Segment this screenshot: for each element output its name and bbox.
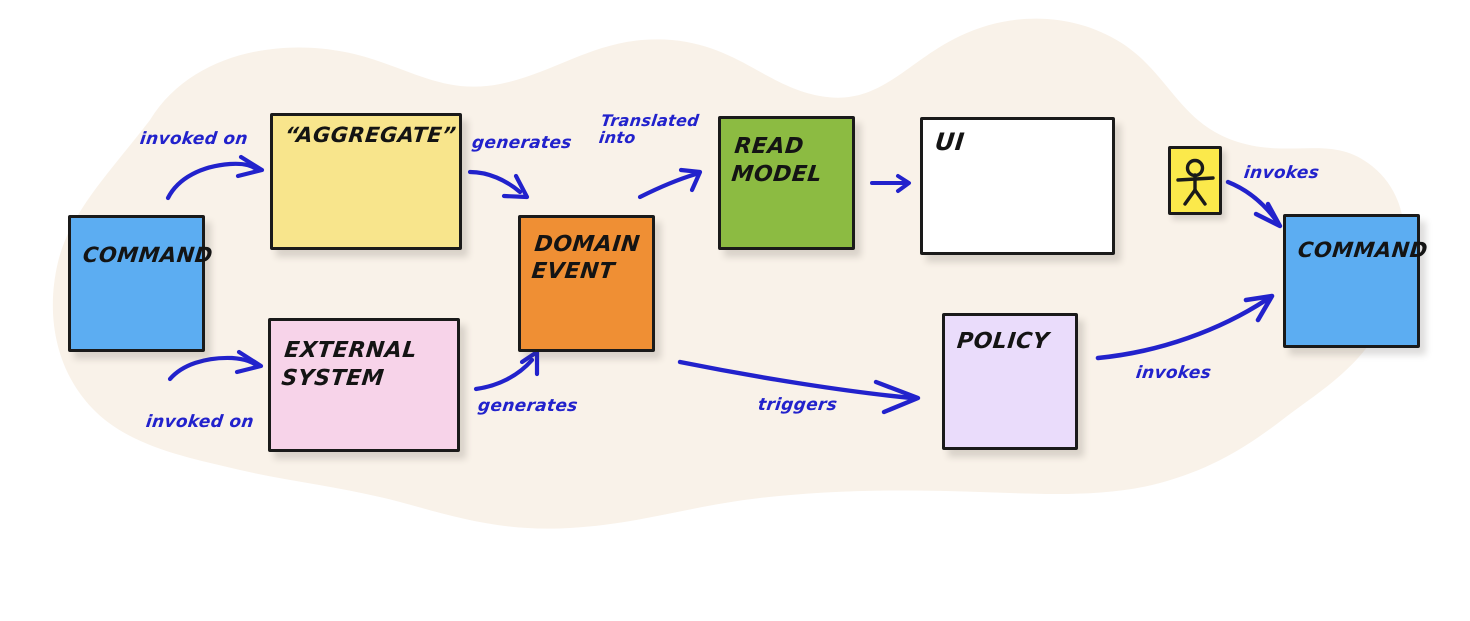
note-domain-event-label: DOMAIN EVENT: [530, 232, 642, 284]
note-domain-event[interactable]: DOMAIN EVENT: [518, 215, 655, 352]
note-external-system[interactable]: EXTERNAL SYSTEM: [268, 318, 460, 452]
note-policy-label: POLICY: [955, 329, 1051, 354]
diagram-canvas: COMMAND “AGGREGATE” EXTERNAL SYSTEM DOMA…: [0, 0, 1470, 621]
note-read-model-label: READ MODEL: [730, 134, 824, 188]
edge-label-generates-top: generates: [470, 133, 573, 153]
edge-label-invoked-on-top: invoked on: [138, 129, 250, 149]
edge-label-translated-into: Translated into: [597, 111, 701, 148]
edge-label-triggers: triggers: [756, 395, 839, 415]
note-aggregate-label: “AGGREGATE”: [283, 123, 458, 147]
edge-label-invokes-actor: invokes: [1242, 163, 1321, 183]
note-command-left-label: COMMAND: [81, 243, 215, 267]
stick-figure-person-icon: [1176, 158, 1215, 206]
note-policy[interactable]: POLICY: [942, 313, 1078, 450]
note-aggregate[interactable]: “AGGREGATE”: [270, 113, 462, 250]
edge-label-invoked-on-bottom: invoked on: [144, 412, 256, 432]
note-command-right-label: COMMAND: [1296, 238, 1430, 262]
background-blob: [52, 18, 1405, 529]
note-read-model[interactable]: READ MODEL: [718, 116, 855, 250]
note-actor[interactable]: [1168, 146, 1222, 215]
note-ui[interactable]: UI: [920, 117, 1115, 255]
edge-label-generates-bottom: generates: [476, 396, 579, 416]
note-ui-label: UI: [933, 128, 966, 156]
note-command-left[interactable]: COMMAND: [68, 215, 215, 352]
note-external-system-label: EXTERNAL SYSTEM: [280, 338, 419, 391]
edge-label-invokes-policy: invokes: [1134, 363, 1213, 383]
note-command-right[interactable]: COMMAND: [1283, 214, 1430, 348]
